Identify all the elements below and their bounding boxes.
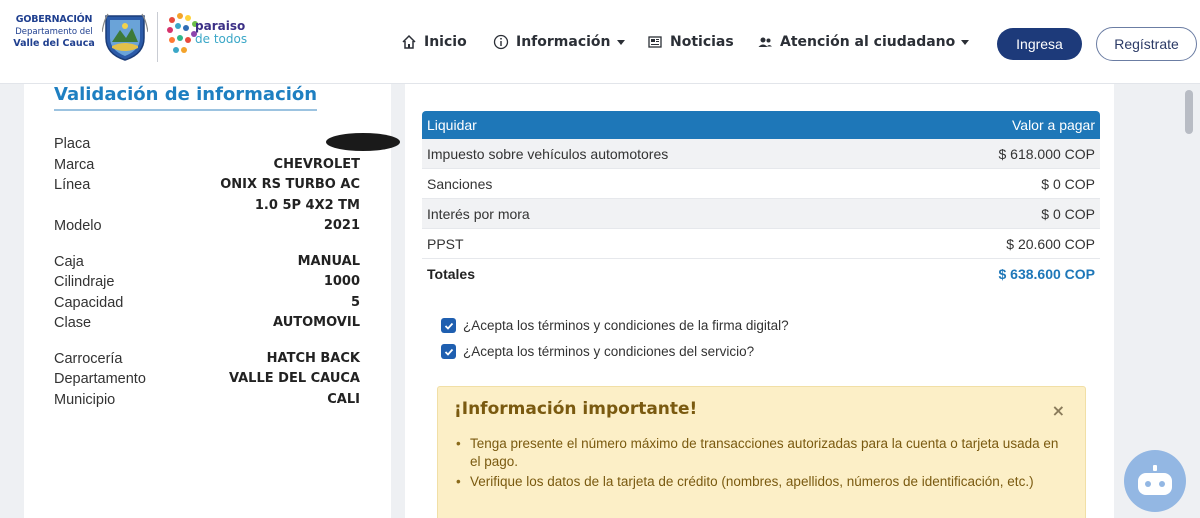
terms-firma-checkbox-row[interactable]: ¿Acepta los términos y condiciones de la… [441, 318, 789, 333]
slogan-line-2: de todos [195, 32, 248, 46]
table-row: Sanciones $ 0 COP [422, 169, 1100, 199]
gobernacion-logo[interactable]: GOBERNACIÓN Departamento del Valle del C… [10, 14, 98, 50]
field-value: HATCH BACK [266, 351, 360, 366]
nav-atencion[interactable]: Atención al ciudadano [757, 34, 970, 50]
terms-servicio-checkbox-row[interactable]: ¿Acepta los términos y condiciones del s… [441, 344, 754, 359]
checkmark-icon [444, 348, 453, 356]
nav-informacion-label: Información [516, 34, 611, 50]
logo-line-1: GOBERNACIÓN [15, 14, 93, 25]
field-label: Placa [54, 136, 91, 152]
field-label: Capacidad [54, 295, 124, 311]
nav-noticias-label: Noticias [670, 34, 734, 50]
logo-line-2: Departamento del [15, 27, 93, 37]
newspaper-icon [648, 36, 662, 48]
field-value: MANUAL [297, 254, 360, 269]
nav-inicio[interactable]: Inicio [401, 34, 467, 50]
register-button[interactable]: Regístrate [1096, 27, 1197, 61]
row-label: Sanciones [427, 175, 493, 192]
field-value: 5 [350, 295, 360, 310]
robot-icon [1138, 465, 1172, 495]
field-value: ONIX RS TURBO AC [220, 177, 360, 192]
nav-noticias[interactable]: Noticias [647, 34, 734, 50]
servicio-label: ¿Acepta los términos y condiciones del s… [463, 344, 755, 359]
close-icon[interactable]: × [1052, 401, 1065, 420]
home-icon [402, 34, 416, 49]
field-label: Línea [54, 177, 91, 193]
row-label: Impuesto sobre vehículos automotores [427, 145, 669, 162]
table-row: Impuesto sobre vehículos automotores $ 6… [422, 139, 1100, 169]
field-label: Departamento [54, 371, 146, 387]
total-amount: $ 638.600 COP [998, 266, 1095, 282]
field-value: CALI [327, 392, 360, 407]
scrollbar[interactable] [1185, 90, 1193, 134]
row-label: Interés por mora [427, 205, 530, 222]
table-header: Liquidar Valor a pagar [422, 111, 1100, 139]
panel-title: Validación de información [54, 84, 318, 111]
list-item: Verifique los datos de la tarjeta de cré… [456, 473, 1060, 491]
alert-title: ¡Información importante! [454, 399, 698, 419]
field-value: 1000 [323, 274, 360, 289]
field-value: CHEVROLET [273, 157, 360, 172]
table-row: PPST $ 20.600 COP [422, 229, 1100, 259]
firma-label: ¿Acepta los términos y condiciones de la… [463, 318, 789, 333]
field-label: Carrocería [54, 351, 123, 367]
info-icon [493, 34, 509, 50]
header-liquidar: Liquidar [427, 117, 477, 133]
site-header: GOBERNACIÓN Departamento del Valle del C… [0, 0, 1200, 84]
coat-of-arms-icon [102, 13, 148, 61]
users-icon [758, 37, 772, 47]
header-valor: Valor a pagar [1011, 117, 1095, 133]
checkmark-icon [444, 322, 453, 330]
nav-atencion-label: Atención al ciudadano [780, 34, 956, 50]
list-item: Tenga presente el número máximo de trans… [456, 435, 1060, 471]
nav-inicio-label: Inicio [424, 34, 467, 50]
login-button[interactable]: Ingresa [997, 28, 1082, 60]
payment-table: Liquidar Valor a pagar Impuesto sobre ve… [422, 111, 1100, 289]
alert-list: Tenga presente el número máximo de trans… [456, 435, 1060, 493]
table-row: Interés por mora $ 0 COP [422, 199, 1100, 229]
servicio-checkbox[interactable] [441, 344, 456, 359]
field-value: 1.0 5P 4X2 TM [254, 198, 360, 213]
field-label: Caja [54, 254, 84, 270]
field-label: Clase [54, 315, 92, 331]
row-amount: $ 618.000 COP [998, 145, 1095, 162]
logo-line-3: Valle del Cauca [13, 38, 95, 49]
total-label: Totales [427, 266, 475, 282]
chevron-down-icon [961, 39, 970, 45]
field-label: Modelo [54, 218, 102, 234]
field-value: VALLE DEL CAUCA [228, 371, 360, 386]
important-info-alert: ¡Información importante! × Tenga present… [437, 386, 1086, 518]
row-amount: $ 0 COP [1041, 205, 1095, 222]
row-amount: $ 20.600 COP [1006, 235, 1095, 252]
field-value: 2021 [323, 218, 360, 233]
field-label: Cilindraje [54, 274, 115, 290]
chevron-down-icon [616, 39, 625, 45]
redacted-plate [326, 133, 400, 151]
row-amount: $ 0 COP [1041, 175, 1095, 192]
payment-panel: Liquidar Valor a pagar Impuesto sobre ve… [405, 84, 1114, 518]
chatbot-button[interactable] [1124, 450, 1186, 512]
field-value: AUTOMOVIL [273, 315, 360, 330]
field-label: Marca [54, 157, 95, 173]
firma-checkbox[interactable] [441, 318, 456, 333]
row-label: PPST [427, 235, 464, 252]
vehicle-info-panel: Validación de información Placa Marca CHEV… [24, 84, 400, 518]
field-label: Municipio [54, 392, 116, 408]
slogan: paraiso de todos [195, 20, 247, 46]
logo-divider [157, 12, 158, 62]
total-row: Totales $ 638.600 COP [422, 259, 1100, 289]
nav-informacion[interactable]: Información [493, 34, 625, 50]
